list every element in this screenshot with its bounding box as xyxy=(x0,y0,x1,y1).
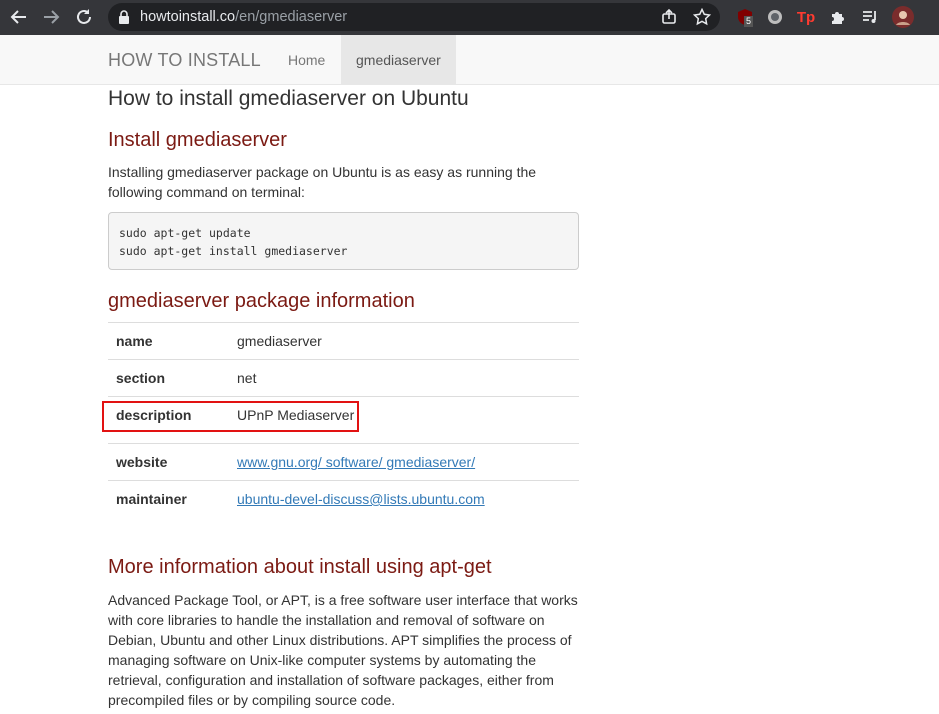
extensions-button[interactable] xyxy=(828,7,848,27)
brand-link[interactable]: HOW TO INSTALL xyxy=(108,50,261,71)
install-text: Installing gmediaserver package on Ubunt… xyxy=(108,164,537,200)
table-row: maintainer ubuntu-devel-discuss@lists.ub… xyxy=(108,480,579,517)
nav-active-label: gmediaserver xyxy=(356,52,441,68)
url-host: howtoinstall.co xyxy=(140,9,236,25)
address-bar[interactable]: howtoinstall.co/en/gmediaserver xyxy=(108,3,720,31)
nav-home-link[interactable]: Home xyxy=(288,52,325,68)
ublock-extension[interactable]: 5 xyxy=(735,7,755,27)
profile-avatar[interactable] xyxy=(891,5,915,29)
page-title: How to install gmediaserver on Ubuntu xyxy=(108,87,469,110)
media-control-button[interactable] xyxy=(860,7,880,27)
table-row: website www.gnu.org/ software/ gmediaser… xyxy=(108,443,579,480)
reload-icon xyxy=(77,9,91,24)
command-block[interactable]: sudo apt-get update sudo apt-get install … xyxy=(108,212,579,270)
forward-button[interactable] xyxy=(38,4,64,30)
row-key: description xyxy=(116,407,192,423)
playlist-music-icon xyxy=(863,11,876,23)
lock-icon xyxy=(119,10,129,24)
puzzle-icon xyxy=(832,12,844,24)
row-key: maintainer xyxy=(116,491,187,507)
row-value: net xyxy=(237,370,257,386)
reload-button[interactable] xyxy=(71,4,97,30)
more-info-heading: More information about install using apt… xyxy=(108,556,492,578)
site-navbar: HOW TO INSTALL Home gmediaserver xyxy=(0,35,939,85)
circle-extension[interactable] xyxy=(765,7,785,27)
row-value: UPnP Mediaserver xyxy=(237,407,355,423)
row-key: section xyxy=(116,370,166,386)
url-text: howtoinstall.co/en/gmediaserver xyxy=(140,9,347,25)
tp-extension-icon: Tp xyxy=(796,8,816,26)
command-line: sudo apt-get install gmediaserver xyxy=(119,244,348,258)
share-icon[interactable] xyxy=(660,8,678,26)
back-button[interactable] xyxy=(6,4,32,30)
command-line: sudo apt-get update xyxy=(119,226,251,240)
avatar-icon xyxy=(892,6,914,28)
install-heading: Install gmediaserver xyxy=(108,129,287,151)
info-heading: gmediaserver package information xyxy=(108,290,415,312)
forward-arrow-icon xyxy=(44,10,60,24)
ublock-badge: 5 xyxy=(744,16,754,27)
row-key: website xyxy=(116,454,168,470)
more-info-text: Advanced Package Tool, or APT, is a free… xyxy=(108,592,578,708)
circle-extension-icon xyxy=(768,10,782,24)
maintainer-email-link[interactable]: ubuntu-devel-discuss@lists.ubuntu.com xyxy=(237,491,485,507)
browser-toolbar: howtoinstall.co/en/gmediaserver 5 Tp xyxy=(0,0,939,35)
row-key: name xyxy=(116,333,153,349)
website-link[interactable]: www.gnu.org/ software/ gmediaserver/ xyxy=(237,454,475,470)
row-value: gmediaserver xyxy=(237,333,322,349)
bookmark-star-icon[interactable] xyxy=(693,8,711,26)
tp-extension[interactable]: Tp xyxy=(796,7,816,27)
nav-active-item[interactable]: gmediaserver xyxy=(341,35,456,85)
url-path: /en/gmediaserver xyxy=(235,9,348,25)
table-row: section net xyxy=(108,359,579,396)
table-row: name gmediaserver xyxy=(108,322,579,359)
back-arrow-icon xyxy=(10,10,26,24)
table-row: description UPnP Mediaserver xyxy=(108,396,579,443)
